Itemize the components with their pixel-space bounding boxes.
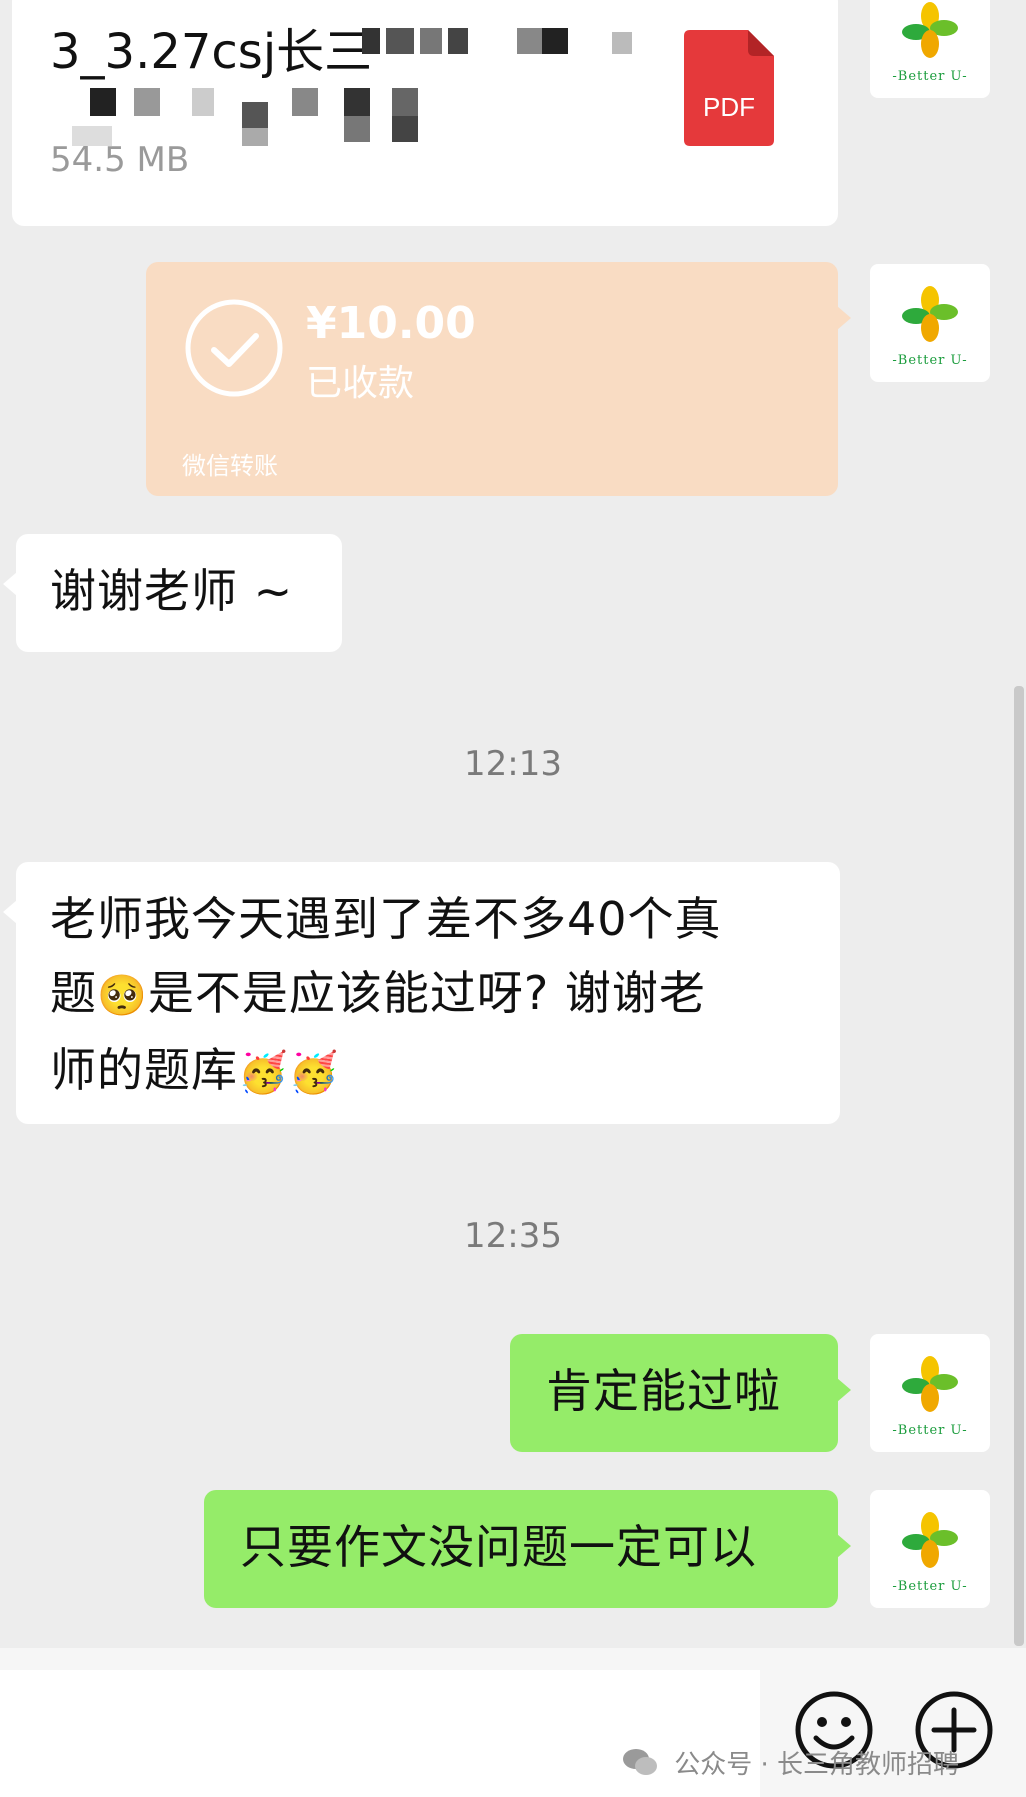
- file-name: 3_3.27csj长三: [50, 24, 373, 80]
- message-text: 只要作文没问题一定可以: [240, 1520, 757, 1574]
- timestamp: 12:35: [464, 1216, 562, 1256]
- avatar[interactable]: -Better U-: [870, 1334, 990, 1452]
- transfer-amount: ¥10.00: [306, 298, 476, 349]
- transfer-status: 已收款: [306, 363, 415, 404]
- wechat-icon: [622, 1747, 658, 1784]
- received-check-icon: [184, 298, 284, 398]
- watermark: 公众号 · 长三角教师招聘: [622, 1744, 959, 1784]
- transfer-source: 微信转账: [182, 452, 278, 480]
- file-message-bubble[interactable]: 3_3.27csj长三 54.5 MB PDF: [12, 0, 838, 226]
- message-text: 肯定能过啦: [546, 1364, 781, 1418]
- message-line: 师的题库🥳🥳: [50, 1033, 806, 1110]
- avatar[interactable]: -Better U-: [870, 1490, 990, 1608]
- pdf-label: PDF: [703, 92, 755, 122]
- transfer-message-bubble[interactable]: ¥10.00 已收款 微信转账: [146, 262, 851, 496]
- message-text: 题: [50, 966, 97, 1020]
- watermark-text: 公众号 · 长三角教师招聘: [674, 1750, 960, 1780]
- message-text: 师的题库: [50, 1043, 238, 1097]
- received-message-thanks[interactable]: 谢谢老师 ~: [3, 534, 342, 652]
- pdf-file-icon: PDF: [684, 30, 774, 146]
- sent-message-reply1[interactable]: 肯定能过啦: [510, 1334, 851, 1452]
- avatar[interactable]: -Better U-: [870, 0, 990, 98]
- message-line: 题🥺是不是应该能过呀? 谢谢老: [50, 956, 806, 1033]
- message-text: 谢谢老师 ~: [50, 564, 294, 618]
- message-text: 是不是应该能过呀? 谢谢老: [147, 966, 706, 1020]
- input-bar: 公众号 · 长三角教师招聘: [0, 1648, 1026, 1797]
- avatar[interactable]: -Better U-: [870, 264, 990, 382]
- scrollbar[interactable]: [1014, 686, 1024, 1646]
- timestamp: 12:13: [464, 744, 562, 784]
- redaction-mosaic-2: [72, 88, 492, 148]
- message-line: 老师我今天遇到了差不多40个真: [50, 892, 722, 946]
- received-message-long[interactable]: 老师我今天遇到了差不多40个真 题🥺是不是应该能过呀? 谢谢老 师的题库🥳🥳: [3, 862, 840, 1124]
- file-size: 54.5 MB: [50, 140, 190, 180]
- sent-message-reply2[interactable]: 只要作文没问题一定可以: [204, 1490, 851, 1608]
- pleading-face-emoji: 🥺: [97, 973, 148, 1019]
- party-face-emoji: 🥳: [238, 1050, 289, 1096]
- party-face-emoji: 🥳: [288, 1050, 340, 1096]
